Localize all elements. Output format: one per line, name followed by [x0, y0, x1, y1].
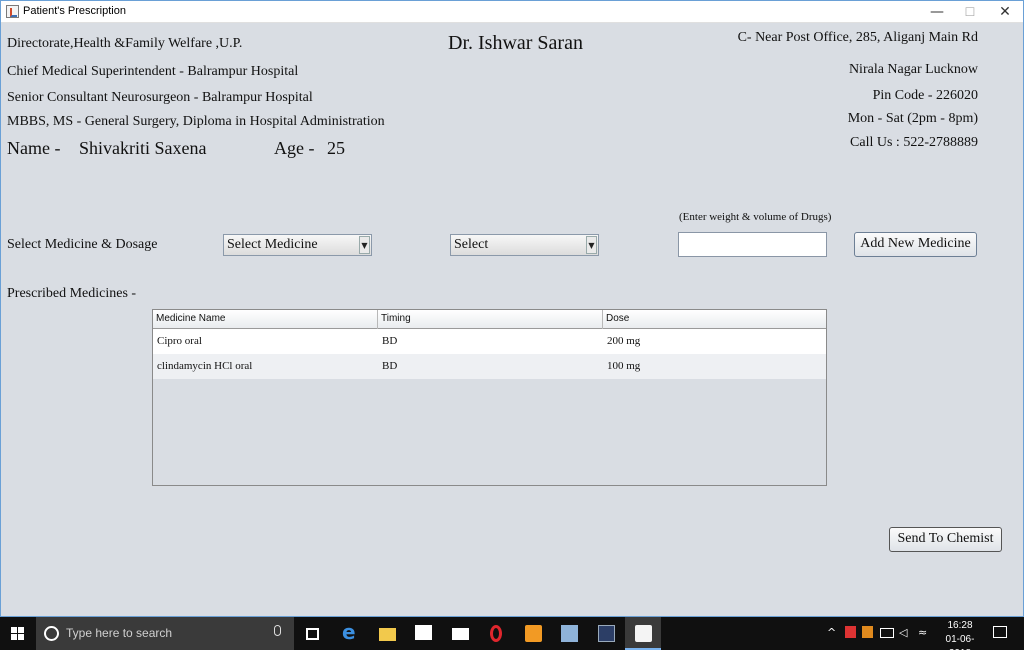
prescribed-medicines-label: Prescribed Medicines - — [7, 286, 137, 301]
volume-icon[interactable]: ◁ — [899, 626, 907, 639]
chevron-down-icon: ▼ — [359, 236, 370, 254]
add-new-medicine-button[interactable]: Add New Medicine — [854, 232, 977, 257]
title-bar: Patient's Prescription — ☐ ✕ — [1, 1, 1023, 23]
phone-number: Call Us : 522-2788889 — [850, 135, 978, 150]
cell-medicine-name: Cipro oral — [157, 335, 202, 347]
app-window: Patient's Prescription — ☐ ✕ Directorate… — [0, 0, 1024, 617]
maximize-button[interactable]: ☐ — [952, 1, 988, 23]
java-icon — [635, 625, 652, 642]
cortana-icon — [44, 626, 59, 641]
mail-taskbar-button[interactable] — [442, 617, 478, 650]
task-view-button[interactable] — [295, 617, 331, 650]
opera-taskbar-button[interactable] — [478, 617, 514, 650]
timing-select-value: Select — [454, 237, 489, 252]
doctor-name: Dr. Ishwar Saran — [448, 32, 583, 54]
taskbar-search-box[interactable]: Type here to search — [36, 617, 294, 650]
header-line-superintendent: Chief Medical Superintendent - Balrampur… — [7, 64, 299, 79]
table-row[interactable]: Cipro oral BD 200 mg — [153, 329, 826, 354]
folder-icon — [379, 628, 396, 641]
window-title: Patient's Prescription — [23, 5, 126, 17]
address-line-2: Nirala Nagar Lucknow — [848, 62, 978, 77]
opera-icon — [490, 625, 502, 642]
clinic-hours: Mon - Sat (2pm - 8pm) — [847, 111, 978, 126]
store-icon — [415, 625, 432, 640]
microphone-icon[interactable] — [274, 625, 281, 636]
header-line-consultant: Senior Consultant Neurosurgeon - Balramp… — [7, 90, 313, 105]
prescribed-medicines-table[interactable]: Medicine Name Timing Dose Cipro oral BD … — [152, 309, 827, 486]
java-app-icon — [6, 5, 19, 18]
tray-app-icon[interactable] — [862, 626, 873, 638]
sublime-taskbar-button[interactable] — [515, 617, 551, 650]
cell-dose: 100 mg — [607, 360, 641, 372]
column-header-medicine-name[interactable]: Medicine Name — [153, 310, 378, 329]
close-button[interactable]: ✕ — [987, 1, 1023, 23]
clock[interactable]: 16:28 01-06-2018 — [940, 619, 980, 650]
send-to-chemist-button[interactable]: Send To Chemist — [889, 527, 1002, 552]
app-taskbar-button[interactable] — [588, 617, 624, 650]
java-taskbar-button[interactable] — [625, 617, 661, 650]
mail-icon — [452, 628, 469, 640]
store-taskbar-button[interactable] — [405, 617, 441, 650]
medicine-select[interactable]: Select Medicine ▼ — [223, 234, 372, 256]
select-medicine-dosage-label: Select Medicine & Dosage — [7, 237, 158, 252]
patient-age-value: 25 — [327, 138, 345, 158]
patient-age-label: Age - — [274, 138, 315, 158]
medicine-select-value: Select Medicine — [227, 237, 318, 252]
virtualbox-icon — [561, 625, 578, 642]
patient-name-value: Shivakriti Saxena — [79, 138, 207, 158]
address-line-1: C- Near Post Office, 285, Aliganj Main R… — [737, 30, 978, 45]
table-row[interactable]: clindamycin HCl oral BD 100 mg — [153, 354, 826, 379]
windows-logo-icon — [11, 634, 17, 640]
clock-date: 01-06-2018 — [945, 634, 975, 650]
minimize-button[interactable]: — — [919, 1, 955, 23]
edge-taskbar-button[interactable]: e — [332, 617, 368, 650]
weight-hint: (Enter weight & volume of Drugs) — [679, 211, 832, 223]
chevron-down-icon: ▼ — [586, 236, 597, 254]
cell-timing: BD — [382, 335, 398, 347]
cell-medicine-name: clindamycin HCl oral — [157, 360, 253, 372]
file-explorer-taskbar-button[interactable] — [369, 617, 405, 650]
taskbar: Type here to search e ^ ◁ ≈ 16:28 01-06-… — [0, 617, 1024, 650]
patient-name-label: Name - — [7, 138, 61, 158]
windows-logo-icon — [18, 634, 24, 640]
chevron-up-icon[interactable]: ^ — [827, 626, 836, 639]
clock-time: 16:28 — [947, 620, 973, 631]
weight-volume-input[interactable] — [678, 232, 827, 257]
table-header: Medicine Name Timing Dose — [153, 310, 826, 329]
windows-logo-icon — [18, 627, 24, 633]
cell-dose: 200 mg — [607, 335, 641, 347]
sublime-icon — [525, 625, 542, 642]
antivirus-icon[interactable] — [845, 626, 856, 638]
windows-logo-icon — [11, 627, 17, 633]
header-line-qualifications: MBBS, MS - General Surgery, Diploma in H… — [7, 114, 385, 129]
timing-select[interactable]: Select ▼ — [450, 234, 599, 256]
cell-timing: BD — [382, 360, 398, 372]
battery-icon[interactable] — [880, 628, 894, 638]
windows-start-button[interactable] — [0, 617, 36, 650]
pin-code: Pin Code - 226020 — [872, 88, 978, 103]
notifications-icon[interactable] — [993, 626, 1007, 638]
search-placeholder: Type here to search — [66, 626, 173, 640]
virtualbox-taskbar-button[interactable] — [551, 617, 587, 650]
wifi-icon[interactable]: ≈ — [918, 626, 927, 639]
app-icon — [598, 625, 615, 642]
header-line-directorate: Directorate,Health &Family Welfare ,U.P. — [7, 36, 243, 51]
edge-icon: e — [342, 620, 356, 644]
column-header-timing[interactable]: Timing — [378, 310, 603, 329]
column-header-dose[interactable]: Dose — [603, 310, 826, 329]
task-view-icon — [306, 628, 319, 640]
